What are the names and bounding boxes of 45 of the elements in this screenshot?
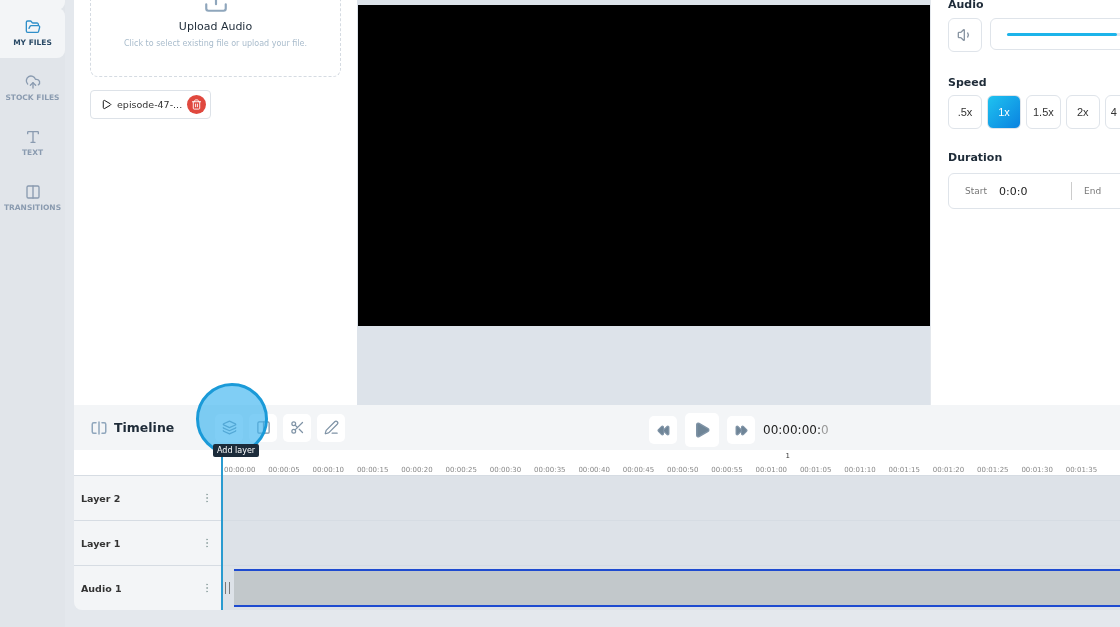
track-name: Layer 2 bbox=[81, 492, 121, 504]
speed-button[interactable]: 4 bbox=[1104, 95, 1120, 129]
pen-icon bbox=[323, 420, 339, 435]
delete-button[interactable] bbox=[187, 95, 207, 114]
upload-hint: Click to select existing file or upload your file. bbox=[124, 39, 307, 48]
rewind-icon bbox=[656, 423, 670, 437]
cut-button[interactable] bbox=[283, 413, 311, 442]
cloud-icon bbox=[24, 74, 41, 90]
rewind-button[interactable] bbox=[649, 416, 677, 444]
scissors-icon bbox=[289, 420, 305, 435]
start-value: 0:0:0 bbox=[999, 184, 1029, 198]
upload-area[interactable]: Upload Audio Click to select existing file or upload your file. bbox=[90, 0, 341, 77]
fast-forward-icon bbox=[734, 423, 748, 437]
end-label: End bbox=[1084, 186, 1102, 196]
track-name: Layer 1 bbox=[81, 537, 121, 549]
duration-label: Duration bbox=[948, 151, 1004, 164]
track-name: Audio 1 bbox=[81, 582, 122, 594]
layers-icon bbox=[221, 420, 237, 435]
play-icon bbox=[101, 99, 112, 110]
text-icon bbox=[24, 129, 41, 145]
duration-field[interactable]: Start 0:0:0 End bbox=[948, 173, 1120, 209]
volume-button[interactable] bbox=[948, 18, 982, 52]
timeline-title: Timeline bbox=[114, 420, 176, 435]
columns-icon bbox=[24, 184, 41, 200]
folder-icon bbox=[24, 19, 41, 35]
play-button[interactable] bbox=[685, 413, 719, 447]
file-name: episode-47-... bbox=[117, 99, 183, 110]
audio-label: Audio bbox=[948, 0, 985, 11]
speed-label: Speed bbox=[948, 76, 988, 89]
timeline-icon bbox=[90, 418, 108, 437]
split-button[interactable] bbox=[249, 413, 277, 442]
time-display: 00:00:00:0 bbox=[763, 423, 829, 437]
file-chip[interactable]: episode-47-... bbox=[90, 90, 212, 119]
clip-handle[interactable] bbox=[225, 582, 230, 594]
start-label: Start bbox=[965, 186, 987, 196]
speed-button[interactable]: .5x bbox=[948, 95, 982, 129]
speed-button[interactable]: 2x bbox=[1065, 95, 1100, 129]
columns-icon bbox=[255, 420, 271, 435]
speed-button[interactable]: 1.5x bbox=[1026, 95, 1061, 129]
edit-button[interactable] bbox=[317, 413, 345, 442]
forward-button[interactable] bbox=[727, 416, 755, 444]
play-icon bbox=[693, 421, 711, 439]
tooltip: Add layer bbox=[213, 444, 260, 457]
trash-icon bbox=[191, 99, 203, 110]
upload-title: Upload Audio bbox=[178, 20, 253, 33]
